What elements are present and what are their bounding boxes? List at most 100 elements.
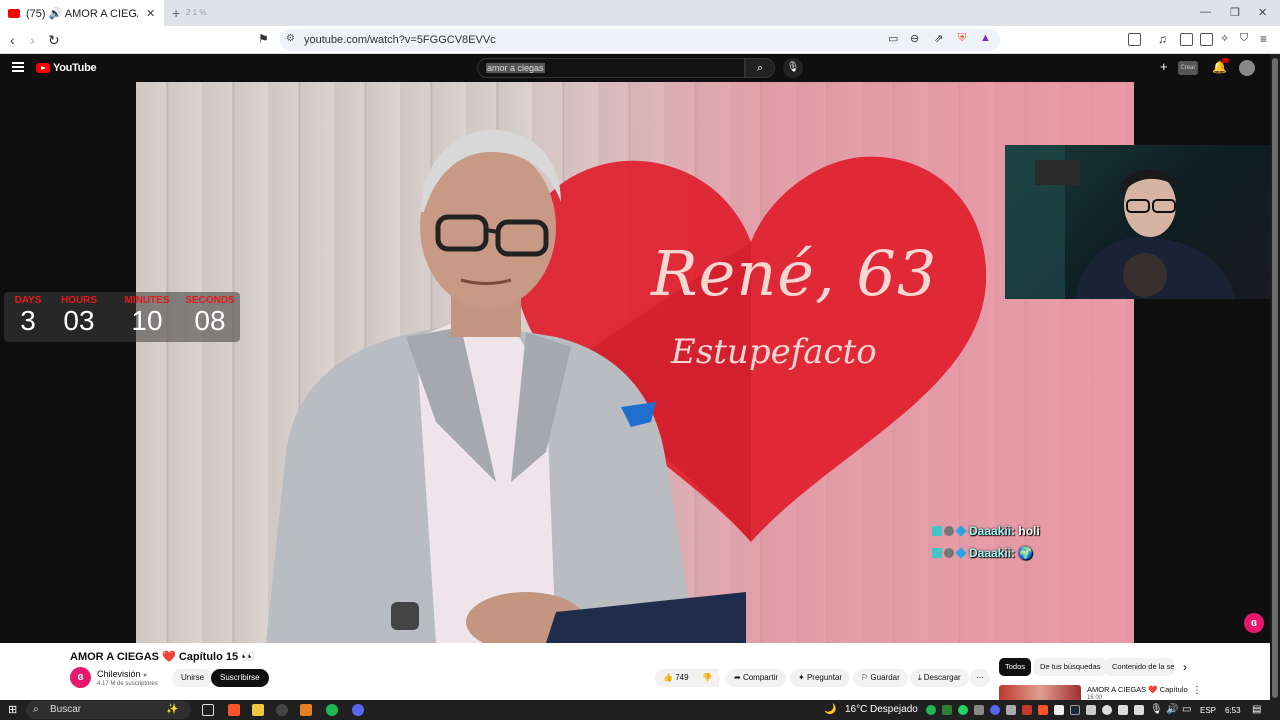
zoom-icon[interactable]: ⊖ xyxy=(910,32,919,45)
sidebar-panel-icon[interactable] xyxy=(1128,33,1141,46)
reader-icon[interactable] xyxy=(1180,33,1193,46)
weather-temp[interactable]: 16°C xyxy=(845,704,867,715)
filter-chip-series[interactable]: Contenido de la se xyxy=(1106,658,1174,676)
minimize-icon[interactable]: — xyxy=(1200,6,1211,18)
more-actions-button[interactable]: ··· xyxy=(970,669,990,687)
dislike-button[interactable]: 👎 xyxy=(696,669,720,687)
bookmark-icon[interactable]: ⚑ xyxy=(258,32,269,46)
microphone-icon[interactable]: 🎙 xyxy=(1150,704,1163,715)
subscriber-count: 4.17 M de suscriptores xyxy=(97,681,158,687)
leo-ai-icon[interactable]: ✧ xyxy=(1220,32,1229,45)
notification-center-icon[interactable]: ▤ xyxy=(1252,704,1261,715)
chat-text: 🌍 xyxy=(1018,546,1034,560)
tray-app-icon[interactable] xyxy=(1006,705,1016,715)
ask-button[interactable]: ✦ Preguntar xyxy=(790,669,851,687)
keyboard-language[interactable]: ESP xyxy=(1200,706,1216,715)
tab-close-icon[interactable]: ✕ xyxy=(146,7,155,20)
tray-steam-icon[interactable] xyxy=(1070,705,1080,715)
create-icon[interactable]: + xyxy=(1160,59,1168,74)
chevron-right-icon[interactable]: › xyxy=(1183,660,1187,674)
youtube-favicon-icon xyxy=(8,8,20,18)
browser-tab-bar: (75) 🔊 AMOR A CIEGAS ❤️ Cap ✕ + 2 1 % — … xyxy=(0,0,1280,26)
vpn-icon[interactable]: ⛉ xyxy=(1240,32,1248,45)
channel-avatar[interactable]: ɞ xyxy=(70,667,91,688)
weather-moon-icon: 🌙 xyxy=(824,704,837,715)
tray-discord-icon[interactable] xyxy=(990,705,1000,715)
tab-extra: 2 1 % xyxy=(186,8,207,17)
recommended-thumbnail[interactable] xyxy=(999,685,1081,700)
account-avatar[interactable] xyxy=(1239,60,1255,76)
restore-icon[interactable]: ❐ xyxy=(1230,6,1240,19)
clock-time[interactable]: 6:53 xyxy=(1225,706,1241,715)
tray-spotify-icon[interactable] xyxy=(926,705,936,715)
youtube-logo[interactable]: YouTube xyxy=(36,62,97,74)
volume-icon[interactable]: 🔊 xyxy=(1166,704,1178,715)
weather-desc[interactable]: Despejado xyxy=(870,704,918,715)
battery-icon[interactable]: ▭ xyxy=(1182,704,1191,715)
download-button[interactable]: ⤓ Descargar xyxy=(910,669,969,687)
menu-icon[interactable]: ≡ xyxy=(1260,32,1267,46)
tray-app-icon[interactable] xyxy=(1022,705,1032,715)
media-icon[interactable]: ♫ xyxy=(1158,32,1167,46)
subscribe-button[interactable]: Suscribirse xyxy=(211,669,269,687)
chat-badge-icon xyxy=(944,548,954,558)
like-count: 749 xyxy=(675,673,689,682)
search-input[interactable]: amor a ciegas xyxy=(477,58,745,78)
ask-label: Preguntar xyxy=(806,673,843,682)
chat-text: holi xyxy=(1018,524,1040,538)
create-label[interactable]: Crear xyxy=(1178,61,1198,75)
chat-username: Daaakii: xyxy=(969,546,1016,560)
tray-brave-icon[interactable] xyxy=(1038,705,1048,715)
share-page-icon[interactable]: ⇗ xyxy=(934,32,943,45)
forward-icon[interactable]: › xyxy=(30,32,35,48)
back-icon[interactable]: ‹ xyxy=(10,32,15,48)
tray-app-icon[interactable] xyxy=(1134,705,1144,715)
recommended-title[interactable]: AMOR A CIEGAS ❤️ Capítulo xyxy=(1087,685,1188,694)
file-explorer-icon[interactable] xyxy=(252,704,264,716)
browser-tab-active[interactable]: (75) 🔊 AMOR A CIEGAS ❤️ Cap ✕ xyxy=(0,0,164,26)
save-button[interactable]: ⚐ Guardar xyxy=(853,669,908,687)
brave-browser-icon[interactable] xyxy=(228,704,240,716)
chat-username: Daaakii: xyxy=(969,524,1016,538)
wallet-icon[interactable] xyxy=(1200,33,1213,46)
chat-badge-icon xyxy=(955,525,967,537)
tray-app-icon[interactable] xyxy=(1054,705,1064,715)
task-view-icon[interactable] xyxy=(202,704,214,716)
start-icon[interactable]: ⊞ xyxy=(8,703,17,716)
spotify-icon[interactable] xyxy=(326,704,338,716)
app-icon[interactable] xyxy=(276,704,288,716)
filter-chip-all[interactable]: Todos xyxy=(999,658,1032,676)
bookmark-save-icon: ⚐ xyxy=(861,673,869,682)
site-info-icon[interactable]: ⚙ xyxy=(286,33,295,44)
scrollbar-thumb[interactable] xyxy=(1272,58,1278,698)
join-button[interactable]: Unirse xyxy=(172,669,214,687)
share-button[interactable]: ➦ Compartir xyxy=(726,669,787,687)
rewards-icon[interactable]: ▲ xyxy=(980,32,991,44)
close-window-icon[interactable]: ✕ xyxy=(1258,6,1267,19)
tray-app-icon[interactable] xyxy=(974,705,984,715)
contestant-figure xyxy=(266,129,746,643)
chat-badge-icon xyxy=(932,548,942,558)
search-button[interactable]: ⌕ xyxy=(745,58,775,78)
cast-icon[interactable]: ▭ xyxy=(888,32,898,45)
reload-icon[interactable]: ↻ xyxy=(48,32,60,49)
voice-search-icon[interactable]: 🎙 xyxy=(783,58,803,78)
app-icon[interactable] xyxy=(300,704,312,716)
tray-app-icon[interactable] xyxy=(1118,705,1128,715)
discord-icon[interactable] xyxy=(352,704,364,716)
chat-badge-icon xyxy=(944,526,954,536)
tray-whatsapp-icon[interactable] xyxy=(958,705,968,715)
countdown-hours: HOURS 03 xyxy=(54,295,104,336)
taskbar-search[interactable]: ⌕ Buscar ✨ xyxy=(26,701,191,719)
tab-title: (75) 🔊 AMOR A CIEGAS ❤️ Cap xyxy=(26,7,138,20)
tray-app-icon[interactable] xyxy=(1086,705,1096,715)
filter-chip-searches[interactable]: De tus búsquedas xyxy=(1034,658,1107,676)
channel-watermark-icon[interactable]: ɞ xyxy=(1244,613,1264,633)
guide-menu-icon[interactable] xyxy=(12,62,24,72)
tray-app-icon[interactable] xyxy=(1102,705,1112,715)
channel-name[interactable]: Chilevisión ● xyxy=(97,669,147,679)
recommended-menu-icon[interactable]: ⋮ xyxy=(1192,685,1202,696)
brave-shield-icon[interactable]: ⛨ xyxy=(958,32,966,45)
tray-app-icon[interactable] xyxy=(942,705,952,715)
new-tab-icon[interactable]: + xyxy=(172,5,180,21)
